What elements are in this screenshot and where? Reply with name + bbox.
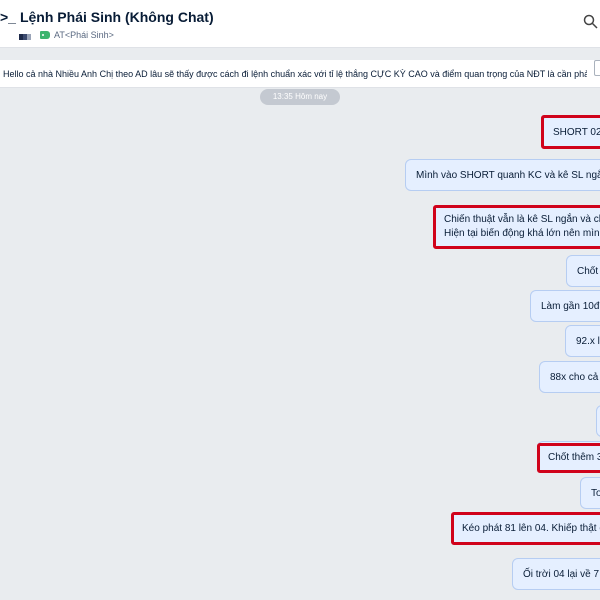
message-bubble[interactable]: Chiến thuật vẫn là kê SL ngắn và ch Hiện … <box>433 205 600 249</box>
message-line: SHORT 02- <box>553 126 600 138</box>
pinned-message-text: Hello cả nhà Nhiều Anh Chị theo AD lâu s… <box>3 69 587 79</box>
message-line: Ối trời 04 lại về 7 <box>523 568 600 580</box>
message-bubble[interactable]: Chốt <box>566 255 600 287</box>
group-meta: AT<Phái Sinh> <box>19 28 114 42</box>
message-bubble[interactable]: Mình vào SHORT quanh KC và kê SL ngắn <box>405 159 600 191</box>
member-avatars[interactable] <box>19 34 31 40</box>
message-bubble[interactable]: Kéo phát 81 lên 04. Khiếp thật c <box>451 512 600 544</box>
tag-icon <box>40 31 50 39</box>
message-bubble[interactable]: Làm gần 10đ n <box>530 290 600 322</box>
pinned-message-bar[interactable]: Hello cả nhà Nhiều Anh Chị theo AD lâu s… <box>0 60 600 88</box>
message-bubble[interactable]: Ối trời 04 lại về 7 <box>512 558 600 590</box>
pinned-expand-button[interactable] <box>594 60 600 76</box>
message-line: Hiện tại biến động khá lớn nên mìn <box>444 228 600 239</box>
chat-header: >_ Lệnh Phái Sinh (Không Chat) AT<Phái Si… <box>0 0 600 48</box>
message-line: 88x cho cả <box>550 371 599 383</box>
message-bubble[interactable]: To <box>580 477 600 509</box>
search-icon[interactable] <box>582 13 600 31</box>
group-name: Lệnh Phái Sinh (Không Chat) <box>19 9 214 25</box>
message-bubble[interactable]: SHORT 02- <box>542 116 600 148</box>
message-line: Làm gần 10đ n <box>541 300 600 312</box>
chat-title[interactable]: >_ Lệnh Phái Sinh (Không Chat) <box>0 9 214 25</box>
message-bubble[interactable] <box>596 405 600 437</box>
message-bubble[interactable]: 88x cho cả <box>539 361 600 393</box>
message-list[interactable]: 13:35 Hôm nay SHORT 02- Mình vào SHORT q… <box>0 88 600 600</box>
message-line: Chốt thêm 3 <box>548 451 600 463</box>
time-divider: 13:35 Hôm nay <box>260 89 340 105</box>
group-tag-label[interactable]: AT<Phái Sinh> <box>54 30 114 40</box>
message-line: 92.x lu <box>576 335 600 347</box>
message-line: Chiến thuật vẫn là kê SL ngắn và ch <box>444 214 600 225</box>
message-bubble[interactable]: 92.x lu <box>565 325 600 357</box>
message-line: To <box>591 487 600 499</box>
message-line: Kéo phát 81 lên 04. Khiếp thật c <box>462 522 600 534</box>
prompt-prefix: >_ <box>0 9 16 25</box>
message-bubble[interactable]: Chốt thêm 3 <box>537 441 600 473</box>
message-line: Chốt <box>577 265 599 277</box>
message-line: Mình vào SHORT quanh KC và kê SL ngắn <box>416 169 600 181</box>
